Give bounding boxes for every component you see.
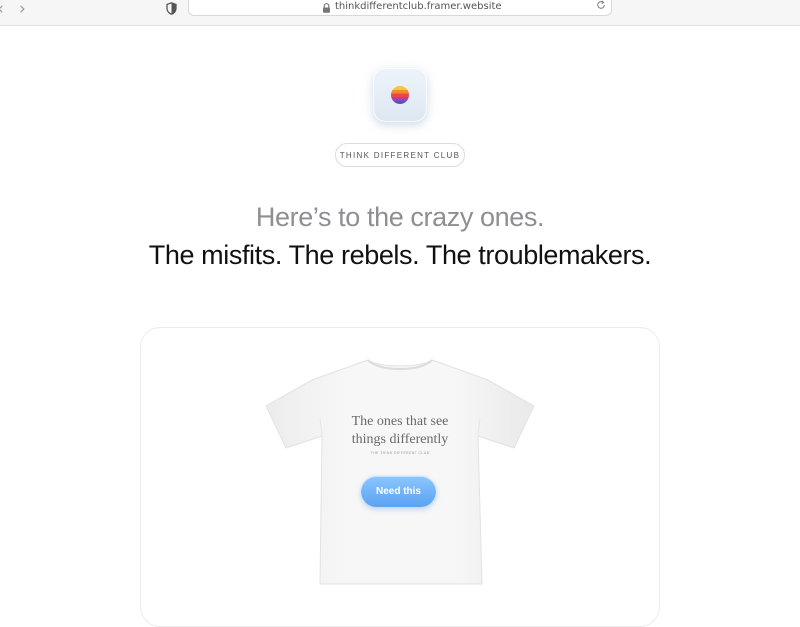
need-this-button[interactable]: Need this xyxy=(361,476,436,507)
back-icon[interactable]: ‹ xyxy=(0,1,4,18)
forward-icon[interactable]: › xyxy=(19,1,26,18)
address-bar[interactable]: thinkdifferentclub.framer.website xyxy=(188,0,612,16)
shirt-print-line-1: The ones that see xyxy=(351,414,449,429)
club-logo xyxy=(373,68,427,122)
headline-muted: Here’s to the crazy ones. xyxy=(255,202,545,232)
url-text: thinkdifferentclub.framer.website xyxy=(335,1,502,12)
club-badge: THINK DIFFERENT CLUB xyxy=(335,143,465,167)
shirt-print-line-2: things differently xyxy=(351,432,449,447)
rainbow-circle-icon xyxy=(391,86,409,104)
headline-strong: The misfits. The rebels. The troublemake… xyxy=(148,240,652,270)
shirt-print-caption: THE THINK DIFFERENT CLUB xyxy=(370,451,430,455)
reload-icon[interactable] xyxy=(596,0,606,10)
tshirt-image xyxy=(266,359,534,585)
shield-icon[interactable] xyxy=(166,2,177,15)
browser-toolbar: ‹ › thinkdifferentclub.framer.website xyxy=(0,0,800,26)
lock-icon xyxy=(323,3,330,13)
